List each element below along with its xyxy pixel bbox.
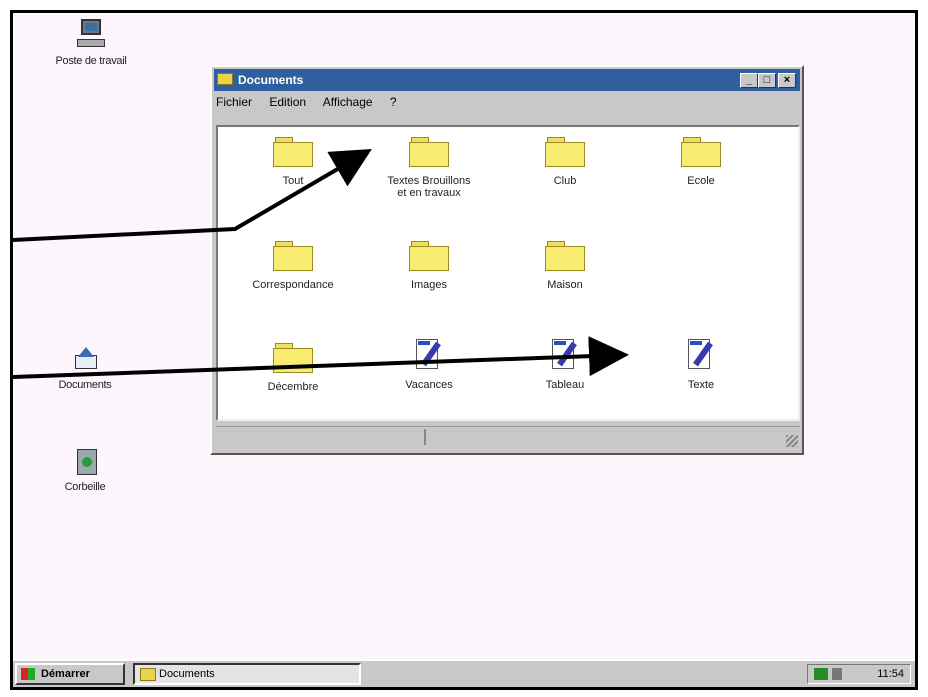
network-icon[interactable]: [814, 668, 828, 680]
annotation-arrows: [13, 148, 629, 379]
desktop: Poste de travail Documents Corbeille Doc…: [10, 10, 918, 690]
windows-logo-icon: [21, 668, 35, 680]
arrow-to-folder: [13, 148, 372, 242]
task-label: Documents: [159, 668, 215, 680]
start-label: Démarrer: [41, 668, 90, 680]
arrow-to-document: [13, 336, 629, 379]
system-tray: 11:54: [807, 664, 911, 684]
volume-icon[interactable]: [832, 668, 842, 680]
clock: 11:54: [877, 668, 904, 680]
folder-icon: [140, 668, 156, 681]
start-button[interactable]: Démarrer: [15, 663, 125, 685]
taskbar-documents-button[interactable]: Documents: [133, 663, 361, 685]
taskbar: Démarrer Documents 11:54: [13, 659, 915, 687]
